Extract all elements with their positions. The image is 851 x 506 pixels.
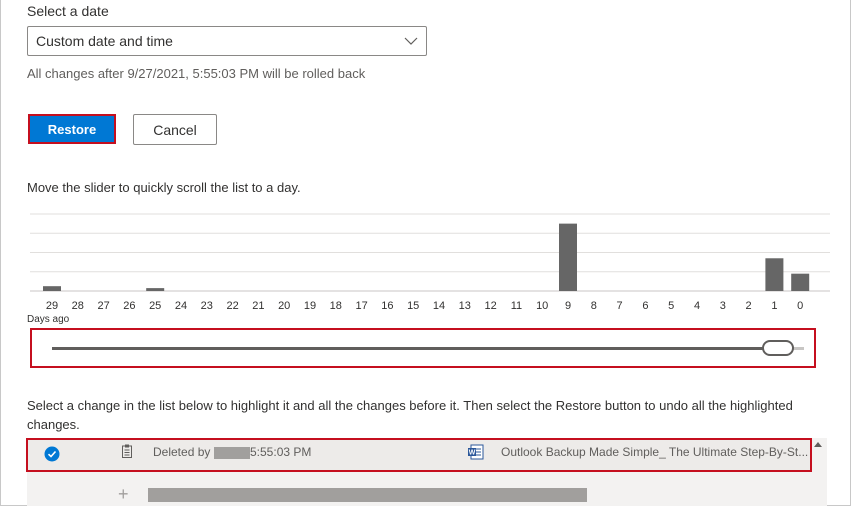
chart-tick-label: 20 xyxy=(278,300,290,312)
chart-tick-label: 14 xyxy=(433,300,445,312)
chart-tick-label: 8 xyxy=(591,300,597,312)
slider-thumb[interactable] xyxy=(762,340,794,356)
chart-tick-label: 24 xyxy=(175,300,187,312)
chevron-down-icon xyxy=(404,37,418,45)
chart-tick-label: 22 xyxy=(226,300,238,312)
chart-tick-label: 29 xyxy=(46,300,58,312)
chart-tick-label: 11 xyxy=(511,300,522,312)
slider-hint: Move the slider to quickly scroll the li… xyxy=(27,180,301,195)
chart-bar-day-0[interactable] xyxy=(791,273,810,291)
svg-text:W: W xyxy=(469,450,476,457)
redacted-row xyxy=(148,488,587,502)
list-scrollbar[interactable] xyxy=(810,438,827,506)
cancel-button[interactable]: Cancel xyxy=(133,114,217,145)
chart-tick-label: 15 xyxy=(407,300,419,312)
chart-tick-label: 2 xyxy=(746,300,752,312)
chart-tick-label: 25 xyxy=(149,300,161,312)
chart-bar-day-9[interactable] xyxy=(559,223,577,291)
word-document-icon: W xyxy=(468,444,484,460)
chart-tick-label: 13 xyxy=(459,300,471,312)
list-instructions: Select a change in the list below to hig… xyxy=(27,398,793,432)
chart-tick-label: 0 xyxy=(797,300,803,312)
chart-bar-day-1[interactable] xyxy=(765,258,784,291)
change-action: Deleted by xyxy=(153,445,211,459)
change-row-selected[interactable]: Deleted by 5:55:03 PM W Outlook Backup M… xyxy=(26,438,812,472)
chart-tick-label: 9 xyxy=(565,300,571,312)
chart-tick-label: 4 xyxy=(694,300,700,312)
day-slider[interactable] xyxy=(30,328,816,368)
chart-tick-label: 21 xyxy=(252,300,264,312)
chart-tick-label: 1 xyxy=(771,300,777,312)
select-date-label: Select a date xyxy=(27,3,109,19)
restore-button[interactable]: Restore xyxy=(28,114,116,144)
date-dropdown[interactable]: Custom date and time xyxy=(27,26,427,56)
change-time: 5:55:03 PM xyxy=(250,445,312,459)
chart-tick-label: 23 xyxy=(201,300,213,312)
chart-bar-day-29[interactable] xyxy=(43,286,61,291)
chart-tick-label: 17 xyxy=(355,300,367,312)
redacted-user xyxy=(214,447,250,459)
chart-tick-label: 19 xyxy=(304,300,316,312)
chart-tick-label: 12 xyxy=(484,300,496,312)
checkmark-circle-icon[interactable] xyxy=(44,446,60,462)
clipboard-icon xyxy=(122,444,132,458)
chart-tick-label: 16 xyxy=(381,300,393,312)
change-file-name: Outlook Backup Made Simple_ The Ultimate… xyxy=(501,445,809,459)
days-activity-chart: 29 28 27 26 25 24 23 22 21 20 19 18 17 16 15 14 13 12 11 10… xyxy=(30,213,830,312)
expand-plus-icon[interactable]: + xyxy=(118,484,129,505)
slider-track[interactable] xyxy=(52,347,764,350)
date-dropdown-value: Custom date and time xyxy=(36,33,173,49)
rollback-note: All changes after 9/27/2021, 5:55:03 PM … xyxy=(27,66,366,81)
chart-tick-label: 10 xyxy=(536,300,548,312)
chart-tick-label: 6 xyxy=(642,300,648,312)
chart-tick-label: 5 xyxy=(668,300,674,312)
chart-bar-day-25[interactable] xyxy=(146,288,165,291)
chart-tick-label: 3 xyxy=(720,300,726,312)
days-ago-label: Days ago xyxy=(27,314,70,325)
chart-tick-label: 26 xyxy=(123,300,135,312)
chart-tick-label: 28 xyxy=(72,300,84,312)
chart-tick-label: 27 xyxy=(97,300,109,312)
chart-tick-label: 7 xyxy=(617,300,623,312)
scroll-up-arrow-icon[interactable] xyxy=(814,442,822,447)
chart-tick-label: 18 xyxy=(330,300,342,312)
